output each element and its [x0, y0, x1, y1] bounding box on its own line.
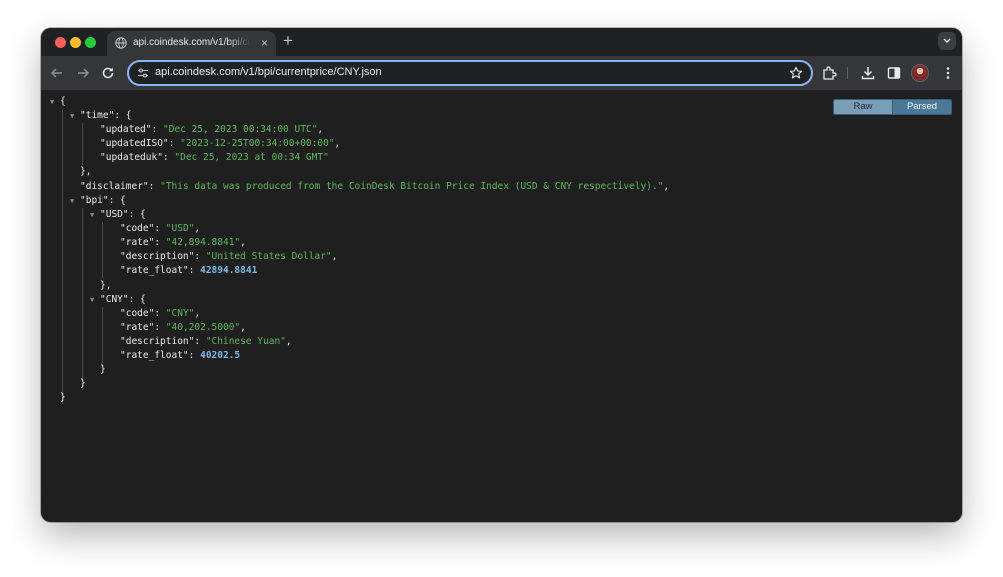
- chevron-down-icon: [943, 38, 951, 43]
- menu-icon[interactable]: [940, 65, 956, 81]
- json-line: "CNY": {: [100, 294, 146, 305]
- collapse-toggle-icon[interactable]: ▼: [70, 194, 74, 208]
- tab-strip: api.coindesk.com/v1/bpi/currentprice/CNY…: [41, 28, 962, 56]
- close-tab-icon[interactable]: ×: [261, 35, 268, 51]
- json-line: "updated": "Dec 25, 2023 00:34:00 UTC",: [100, 124, 324, 135]
- json-string-value: "Dec 25, 2023 at 00:34 GMT": [174, 152, 329, 163]
- back-icon[interactable]: [49, 65, 65, 81]
- json-string-value: "42,894.8841": [165, 237, 241, 248]
- json-string-value: "2023-12-25T00:34:00+00:00": [180, 138, 335, 149]
- json-number-value: 40202.5: [200, 350, 241, 361]
- globe-icon: [115, 37, 127, 49]
- toolbar-separator: [847, 67, 848, 79]
- parsed-button[interactable]: Parsed: [892, 100, 951, 114]
- indent-guide: [82, 123, 83, 165]
- toolbar: api.coindesk.com/v1/bpi/currentprice/CNY…: [41, 56, 962, 90]
- json-line: "updateduk": "Dec 25, 2023 at 00:34 GMT": [100, 152, 329, 163]
- extensions-icon[interactable]: [821, 65, 837, 81]
- indent-guide: [102, 307, 103, 363]
- json-line: "updatedISO": "2023-12-25T00:34:00+00:00…: [100, 138, 341, 149]
- tune-icon[interactable]: [137, 67, 149, 79]
- browser-window: api.coindesk.com/v1/bpi/currentprice/CNY…: [41, 28, 962, 522]
- json-line: {: [60, 96, 66, 107]
- json-line: }: [100, 364, 106, 375]
- json-line: "code": "USD",: [120, 223, 201, 234]
- reload-icon[interactable]: [100, 65, 116, 81]
- view-mode-toggle: Raw Parsed: [833, 99, 952, 115]
- collapse-toggle-icon[interactable]: ▼: [90, 293, 94, 307]
- json-line: },: [80, 166, 92, 177]
- new-tab-button[interactable]: +: [283, 32, 293, 50]
- json-line: "disclaimer": "This data was produced fr…: [80, 181, 670, 192]
- collapse-toggle-icon[interactable]: ▼: [70, 109, 74, 123]
- json-viewer: Raw Parsed ▼ ▼ ▼ ▼ ▼ { "time": { "update…: [41, 90, 962, 522]
- json-string-value: "CNY": [165, 308, 195, 319]
- url-text: api.coindesk.com/v1/bpi/currentprice/CNY…: [155, 66, 382, 78]
- tab-title: api.coindesk.com/v1/bpi/currentprice/CNY…: [133, 37, 251, 48]
- json-line: "rate": "40,202.5000",: [120, 322, 246, 333]
- json-line: }: [60, 392, 66, 403]
- json-string-value: "USD": [165, 223, 195, 234]
- json-line: },: [100, 280, 112, 291]
- side-panel-icon[interactable]: [886, 65, 902, 81]
- json-string-value: "Chinese Yuan": [205, 336, 286, 347]
- close-window-button[interactable]: [55, 37, 66, 48]
- forward-icon[interactable]: [75, 65, 91, 81]
- json-string-value: "United States Dollar": [205, 251, 332, 262]
- indent-guide: [62, 109, 63, 404]
- json-line: "description": "United States Dollar",: [120, 251, 338, 262]
- json-string-value: "This data was produced from the CoinDes…: [160, 181, 664, 192]
- json-line: "USD": {: [100, 209, 146, 220]
- active-tab[interactable]: api.coindesk.com/v1/bpi/currentprice/CNY…: [107, 31, 276, 56]
- json-line: }: [80, 378, 86, 389]
- maximize-window-button[interactable]: [85, 37, 96, 48]
- json-line: "bpi": {: [80, 195, 126, 206]
- avatar[interactable]: [912, 65, 928, 81]
- json-line: "rate_float": 40202.5: [120, 350, 241, 361]
- json-string-value: "Dec 25, 2023 00:34:00 UTC": [162, 124, 318, 135]
- json-line: "code": "CNY",: [120, 308, 201, 319]
- collapse-toggle-icon[interactable]: ▼: [90, 208, 94, 222]
- collapse-toggle-icon[interactable]: ▼: [50, 95, 54, 109]
- json-string-value: "40,202.5000": [165, 322, 241, 333]
- star-icon[interactable]: [789, 66, 803, 80]
- json-number-value: 42894.8841: [200, 265, 258, 276]
- json-line: "rate": "42,894.8841",: [120, 237, 246, 248]
- json-line: "description": "Chinese Yuan",: [120, 336, 292, 347]
- address-bar[interactable]: api.coindesk.com/v1/bpi/currentprice/CNY…: [127, 60, 813, 86]
- indent-guide: [102, 222, 103, 278]
- download-icon[interactable]: [860, 65, 876, 81]
- minimize-window-button[interactable]: [70, 37, 81, 48]
- raw-button[interactable]: Raw: [834, 100, 892, 114]
- tab-search-button[interactable]: [938, 32, 956, 50]
- json-line: "time": {: [80, 110, 132, 121]
- json-line: "rate_float": 42894.8841: [120, 265, 258, 276]
- indent-guide: [82, 208, 83, 390]
